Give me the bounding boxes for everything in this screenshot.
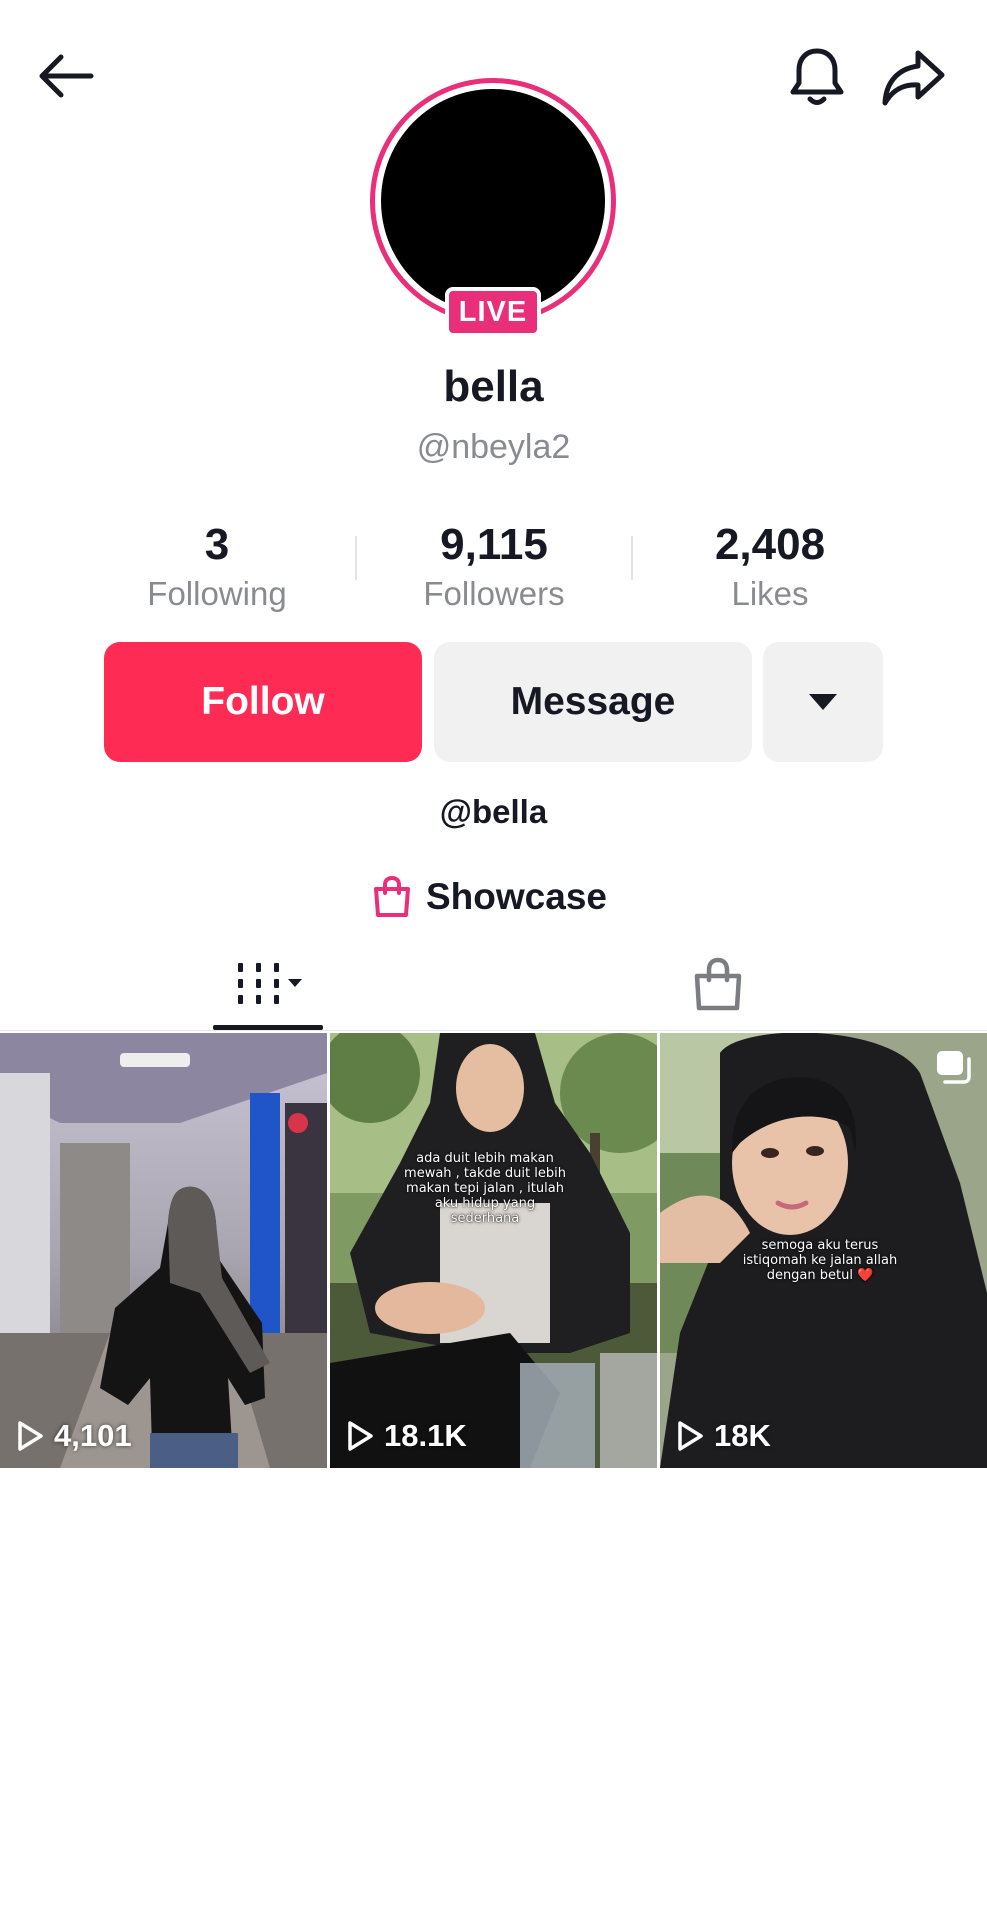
video-grid-icon (238, 963, 302, 1004)
live-badge[interactable]: LIVE (445, 287, 541, 337)
stat-followers[interactable]: 9,115 Followers (374, 518, 614, 616)
back-arrow-icon (39, 54, 94, 98)
share-icon (882, 50, 945, 106)
view-count-text: 18K (714, 1418, 771, 1453)
more-options-button[interactable] (763, 642, 883, 762)
divider (631, 536, 633, 580)
stat-label: Followers (423, 575, 565, 612)
view-count-text: 4,101 (54, 1418, 132, 1453)
shopping-bag-icon (374, 875, 410, 917)
message-button[interactable]: Message (434, 642, 752, 762)
username: @nbeyla2 (416, 428, 571, 466)
stat-value: 3 (204, 520, 230, 569)
video-thumbnail-1[interactable]: 4,101 (0, 1033, 327, 1468)
notification-button[interactable] (780, 40, 854, 114)
stat-likes[interactable]: 2,408 Likes (650, 518, 890, 616)
play-icon (18, 1421, 43, 1451)
bio: @bella (439, 793, 548, 830)
bell-icon (790, 48, 844, 105)
follow-button[interactable]: Follow (104, 642, 422, 762)
view-count: 4,101 (16, 1418, 132, 1454)
stat-value: 9,115 (440, 520, 548, 569)
stat-following[interactable]: 3 Following (97, 518, 337, 616)
caret-down-icon (809, 694, 837, 710)
video-thumbnail-3[interactable]: semoga aku terus istiqomah ke jalan alla… (660, 1033, 987, 1468)
video-caption: ada duit lebih makan mewah , takde duit … (404, 1151, 566, 1226)
multi-image-icon (937, 1051, 971, 1084)
showcase-link[interactable]: Showcase (372, 872, 607, 922)
view-count-text: 18.1K (384, 1418, 467, 1453)
avatar-image (381, 89, 605, 313)
showcase-label: Showcase (426, 876, 607, 917)
video-2-image (330, 1033, 657, 1468)
video-1-image (0, 1033, 327, 1468)
stat-value: 2,408 (714, 520, 826, 569)
tab-videos[interactable] (213, 940, 323, 1030)
stat-label: Following (147, 575, 287, 612)
video-caption: semoga aku terus istiqomah ke jalan alla… (742, 1238, 898, 1283)
divider (355, 536, 357, 580)
shopping-bag-icon (694, 957, 742, 1011)
back-button[interactable] (28, 44, 102, 108)
stat-label: Likes (731, 575, 809, 612)
view-count: 18K (676, 1418, 771, 1454)
display-name: bella (443, 362, 544, 411)
play-icon (678, 1421, 703, 1451)
play-icon (348, 1421, 373, 1451)
share-button[interactable] (876, 40, 950, 114)
tabs-divider (0, 1030, 987, 1031)
view-count: 18.1K (346, 1418, 467, 1454)
video-thumbnail-2[interactable]: ada duit lebih makan mewah , takde duit … (330, 1033, 657, 1468)
tab-showcase[interactable] (668, 940, 768, 1030)
